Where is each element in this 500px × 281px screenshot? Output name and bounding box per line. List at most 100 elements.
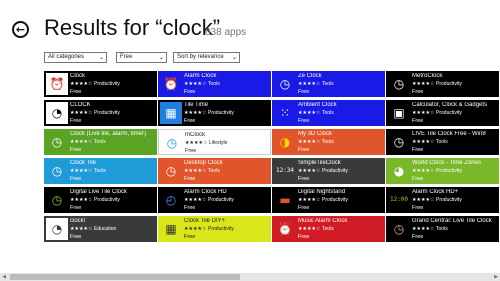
- app-price: Free: [412, 176, 424, 182]
- app-tile[interactable]: ◷ LIVE Tile Clock Free - Win8 ★★★★☆ Tools F…: [386, 129, 499, 155]
- app-price: Free: [298, 118, 310, 124]
- app-price: Free: [184, 176, 196, 182]
- app-tile[interactable]: ◷ Digital Live Tile Clock ★★★★☆ Productivi…: [44, 187, 157, 213]
- app-category: Tools: [322, 226, 334, 232]
- scroll-thumb[interactable]: [10, 274, 240, 280]
- app-rating: ★★★★☆ Tools: [298, 110, 383, 117]
- app-category: Tools: [208, 81, 220, 87]
- app-tile[interactable]: ◷ Clock (Live tile, alarm, timer) ★★★★☆ To…: [44, 129, 157, 155]
- chevron-down-icon: ⌄: [98, 54, 104, 61]
- app-name: Alarm Clock HD+: [412, 189, 459, 195]
- star-rating-icon: ★★★★☆: [184, 81, 207, 87]
- app-rating: ★★★★☆ Productivity: [298, 197, 383, 204]
- chevron-down-icon: ⌄: [231, 54, 237, 61]
- clock-icon: ◷: [46, 131, 68, 153]
- app-rating: ★★★★☆ Productivity: [70, 81, 155, 88]
- alarm-clock-icon: ⏰: [274, 218, 296, 240]
- app-category: Tools: [322, 110, 334, 116]
- app-tile[interactable]: ◑ My 3D Clock ★★★★☆ Tools Free: [272, 129, 385, 155]
- sort-filter[interactable]: Sort by relevance ⌄: [173, 52, 240, 63]
- app-price: Free: [184, 89, 196, 95]
- app-tile[interactable]: ◴ Alarm Clock HD ★★★★☆ Productivity Free: [158, 187, 271, 213]
- app-name: Music Alarm Clock: [298, 218, 348, 224]
- app-name: Alarm Clock HD: [184, 189, 227, 195]
- back-button[interactable]: ←: [12, 21, 29, 38]
- app-rating: ★★★★☆ Productivity: [412, 168, 497, 175]
- app-tile[interactable]: ▬ Digital Nightstand ★★★★☆ Productivity Fre…: [272, 187, 385, 213]
- app-category: Productivity: [436, 110, 462, 116]
- app-name: LIVE Tile Clock Free - Win8: [412, 131, 486, 137]
- app-rating: ★★★★☆ Tools: [298, 81, 383, 88]
- price-filter[interactable]: Free ⌄: [116, 52, 167, 63]
- app-rating: ★★★★☆ Productivity: [70, 110, 155, 117]
- app-tile[interactable]: ◔ CLOCK ★★★★☆ Productivity Free: [44, 100, 157, 126]
- app-tile[interactable]: ◷ Clock Tile ★★★★☆ Tools Free: [44, 158, 157, 184]
- calculator-icon: ▣: [388, 102, 410, 124]
- app-category: Productivity: [436, 168, 462, 174]
- app-tile[interactable]: ▦ Clock Tile DIY+ ★★★★☆ Productivity Free: [158, 216, 271, 242]
- app-price: Free: [412, 89, 424, 95]
- tile-grid-icon: ▦: [160, 218, 182, 240]
- category-filter-value: All categories: [48, 54, 85, 60]
- app-tile[interactable]: ◷ Grand Central: Live Tile Clock ★★★★☆ Too…: [386, 216, 499, 242]
- app-tile[interactable]: ◷ mClock ★★★★☆ Lifestyle Free: [158, 129, 271, 155]
- app-category: Productivity: [94, 197, 120, 203]
- app-tile[interactable]: ⁙ Ambient Clock ★★★★☆ Tools Free: [272, 100, 385, 126]
- app-rating: ★★★★☆ Productivity: [184, 226, 269, 233]
- horizontal-scrollbar[interactable]: ◀ ▶: [0, 273, 500, 281]
- clock-face-icon: ◴: [160, 189, 182, 211]
- scroll-left-icon[interactable]: ◀: [0, 273, 8, 281]
- app-tile[interactable]: ⏰ Clock ★★★★☆ Productivity Free: [44, 71, 157, 97]
- star-rating-icon: ★★★★☆: [298, 197, 321, 203]
- app-category: Productivity: [208, 226, 234, 232]
- app-category: Productivity: [322, 197, 348, 203]
- app-category: Productivity: [94, 81, 120, 87]
- star-rating-icon: ★★★★☆: [184, 168, 207, 174]
- app-tile[interactable]: ◔ clock! ★★★★☆ Education Free: [44, 216, 157, 242]
- price-filter-value: Free: [120, 54, 133, 60]
- back-arrow-icon: ←: [15, 23, 26, 36]
- globe-clock-icon: ◕: [388, 160, 410, 182]
- star-rating-icon: ★★★★☆: [184, 197, 207, 203]
- app-tile[interactable]: ◷ MetroClock ★★★★☆ Productivity Free: [386, 71, 499, 97]
- app-category: Productivity: [322, 168, 348, 174]
- star-rating-icon: ★★★★☆: [70, 110, 93, 116]
- app-price: Free: [70, 234, 82, 240]
- sort-filter-value: Sort by relevance: [177, 54, 224, 60]
- clock-icon: ◷: [160, 160, 182, 182]
- star-rating-icon: ★★★★☆: [412, 139, 435, 145]
- app-tile[interactable]: ⏰ Alarm Clock ★★★★☆ Tools Free: [158, 71, 271, 97]
- app-rating: ★★★★☆ Productivity: [70, 197, 155, 204]
- app-price: Free: [412, 147, 424, 153]
- app-rating: ★★★★☆ Tools: [70, 139, 155, 146]
- app-name: Grand Central: Live Tile Clock: [412, 218, 492, 224]
- star-rating-icon: ★★★★☆: [70, 168, 93, 174]
- scroll-right-icon[interactable]: ▶: [492, 273, 500, 281]
- 3d-clock-icon: ◑: [274, 131, 296, 153]
- app-category: Productivity: [436, 197, 462, 203]
- app-price: Free: [412, 205, 424, 211]
- star-rating-icon: ★★★★☆: [412, 197, 435, 203]
- alarm-clock-icon: ⏰: [46, 73, 68, 95]
- app-rating: ★★★★☆ Productivity: [184, 110, 269, 117]
- app-tile[interactable]: ▦ Tile Time ★★★★☆ Productivity Free: [158, 100, 271, 126]
- app-tile[interactable]: ▣ Calculator, Clock & Gadgets ★★★★☆ Produc…: [386, 100, 499, 126]
- app-tile[interactable]: 12:34 SimpleTileClock ★★★★☆ Productivity Fr…: [272, 158, 385, 184]
- app-price: Free: [184, 234, 196, 240]
- app-tile[interactable]: ◕ World Clock - Time Zones ★★★★☆ Productiv…: [386, 158, 499, 184]
- alarm-clock-icon: ⏰: [160, 73, 182, 95]
- app-price: Free: [298, 89, 310, 95]
- app-category: Lifestyle: [209, 140, 228, 146]
- digital-clock-icon: ◷: [46, 189, 68, 211]
- app-rating: ★★★★☆ Tools: [298, 139, 383, 146]
- app-rating: ★★★★☆ Productivity: [184, 197, 269, 204]
- app-price: Free: [298, 147, 310, 153]
- app-rating: ★★★★☆ Productivity: [412, 197, 497, 204]
- app-tile[interactable]: 12:00 Alarm Clock HD+ ★★★★☆ Productivity Fr…: [386, 187, 499, 213]
- page-title: Results for “clock”: [44, 15, 221, 40]
- app-name: Clock (Live tile, alarm, timer): [70, 131, 147, 137]
- app-tile[interactable]: ◷ Desktop Clock ★★★★☆ Tools Free: [158, 158, 271, 184]
- app-tile[interactable]: ◷ Ze Clock ★★★★☆ Tools Free: [272, 71, 385, 97]
- app-tile[interactable]: ⏰ Music Alarm Clock ★★★★☆ Tools Free: [272, 216, 385, 242]
- category-filter[interactable]: All categories ⌄: [44, 52, 107, 63]
